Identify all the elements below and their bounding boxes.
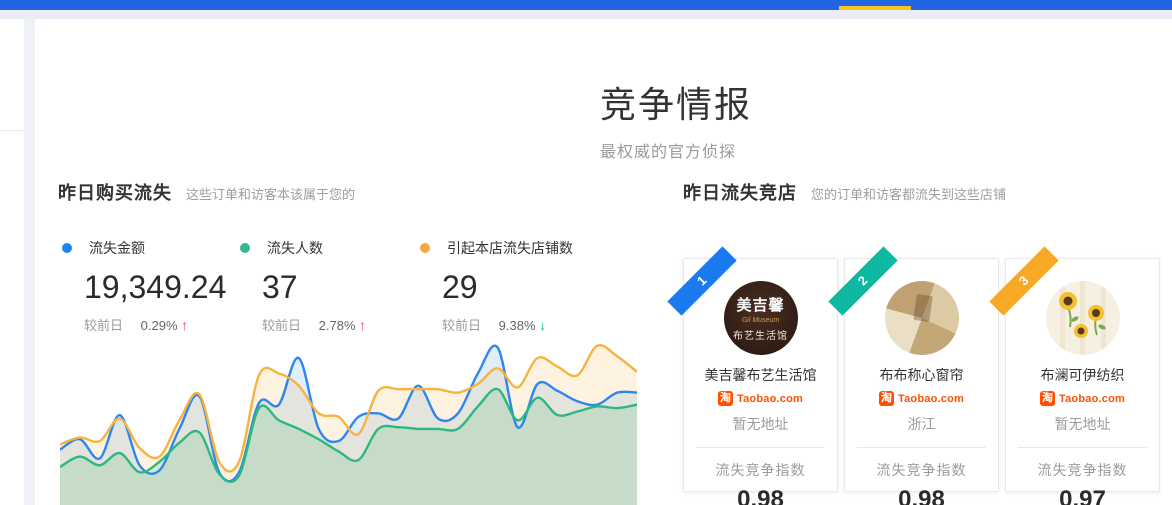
loss-amount-value: 19,349.24 xyxy=(84,269,226,306)
taobao-icon: 淘 xyxy=(1040,391,1055,406)
card-divider xyxy=(857,447,986,448)
taobao-link[interactable]: 淘 Taobao.com xyxy=(1006,391,1159,406)
stat-col-loss-people: 流失人数 37 较前日 2.78% ↑ xyxy=(240,238,366,334)
loss-people-value: 37 xyxy=(262,269,366,306)
loss-section-subtitle: 这些订单和访客本该属于您的 xyxy=(186,184,355,203)
competitor-section-title: 昨日流失竞店 xyxy=(683,179,797,205)
legend-label: 流失人数 xyxy=(267,238,323,258)
card-divider xyxy=(1018,447,1147,448)
competitor-card-2[interactable]: 2 布布称心窗帘 淘 Taobao.com 浙江 流失竞争指数 0.98 xyxy=(844,258,999,492)
legend-dot-blue-icon xyxy=(62,243,72,253)
loss-section-title: 昨日购买流失 xyxy=(58,179,172,205)
loss-shops-value: 29 xyxy=(442,269,573,306)
delta-up-arrow-icon: ↑ xyxy=(181,317,188,333)
platform-name: Taobao.com xyxy=(737,393,803,405)
stat-col-loss-amount: 流失金额 19,349.24 较前日 0.29% ↑ xyxy=(62,238,226,334)
competitor-card-list: 1 美吉馨 Gil Museum 布艺生活馆 美吉馨布艺生活馆 淘 Taobao… xyxy=(683,258,1160,492)
shop-name: 布布称心窗帘 xyxy=(845,365,998,385)
shop-name: 美吉馨布艺生活馆 xyxy=(684,365,837,385)
shop-location: 暂无地址 xyxy=(684,414,837,434)
delta-label: 较前日 xyxy=(84,318,123,333)
legend-label: 流失金额 xyxy=(89,238,145,258)
legend-item-loss-amount[interactable]: 流失金额 xyxy=(62,238,226,258)
platform-name: Taobao.com xyxy=(1059,393,1125,405)
card-divider xyxy=(696,447,825,448)
legend-dot-orange-icon xyxy=(420,243,430,253)
legend-item-loss-shops[interactable]: 引起本店流失店铺数 xyxy=(420,238,573,258)
shop-logo xyxy=(885,281,959,355)
index-value: 0.98 xyxy=(684,486,837,505)
legend-item-loss-people[interactable]: 流失人数 xyxy=(240,238,366,258)
index-value: 0.98 xyxy=(845,486,998,505)
taobao-icon: 淘 xyxy=(718,391,733,406)
delta-percent: 9.38% xyxy=(499,318,536,333)
competitor-section-subtitle: 您的订单和访客都流失到这些店铺 xyxy=(811,184,1006,203)
delta-label: 较前日 xyxy=(262,318,301,333)
competitor-card-3[interactable]: 3 布澜可伊纺织 淘 Taobao.com 暂无地址 xyxy=(1005,258,1160,492)
platform-name: Taobao.com xyxy=(898,393,964,405)
shop-name: 布澜可伊纺织 xyxy=(1006,365,1159,385)
sub-header-band xyxy=(0,10,1172,19)
shop-logo: 美吉馨 Gil Museum 布艺生活馆 xyxy=(724,281,798,355)
top-nav-bar xyxy=(0,0,1172,10)
sunflower-curtain-graphic xyxy=(1046,281,1120,355)
page-title: 竞争情报 xyxy=(600,76,752,128)
delta-percent: 0.29% xyxy=(141,318,178,333)
logo-line: 美吉馨 xyxy=(736,294,784,315)
sidebar-divider xyxy=(0,130,24,131)
index-value: 0.97 xyxy=(1006,486,1159,505)
competitor-section-header: 昨日流失竞店 您的订单和访客都流失到这些店铺 xyxy=(683,179,1006,205)
delta-down-arrow-icon: ↓ xyxy=(539,317,546,333)
index-label: 流失竞争指数 xyxy=(1006,460,1159,480)
page-subtitle: 最权威的官方侦探 xyxy=(600,138,752,162)
loss-trend-chart[interactable] xyxy=(60,332,637,505)
taobao-link[interactable]: 淘 Taobao.com xyxy=(845,391,998,406)
index-label: 流失竞争指数 xyxy=(684,460,837,480)
shop-location: 暂无地址 xyxy=(1006,414,1159,434)
stat-col-loss-shops: 引起本店流失店铺数 29 较前日 9.38% ↓ xyxy=(420,238,573,334)
sidebar-gutter xyxy=(24,19,35,505)
legend-dot-green-icon xyxy=(240,243,250,253)
shop-location: 浙江 xyxy=(845,414,998,434)
delta-percent: 2.78% xyxy=(319,318,356,333)
logo-line: 布艺生活馆 xyxy=(733,327,788,342)
taobao-icon: 淘 xyxy=(879,391,894,406)
left-sidebar-edge xyxy=(0,19,24,505)
page-header: 竞争情报 最权威的官方侦探 xyxy=(600,76,752,162)
legend-label: 引起本店流失店铺数 xyxy=(447,238,573,258)
loss-section-header: 昨日购买流失 这些订单和访客本该属于您的 xyxy=(58,179,355,205)
loss-trend-chart-svg[interactable] xyxy=(60,332,637,505)
logo-line: Gil Museum xyxy=(742,317,779,324)
delta-up-arrow-icon: ↑ xyxy=(359,317,366,333)
competition-intelligence-page: 竞争情报 最权威的官方侦探 昨日购买流失 这些订单和访客本该属于您的 流失金额 … xyxy=(0,0,1172,505)
shop-logo xyxy=(1046,281,1120,355)
delta-label: 较前日 xyxy=(442,318,481,333)
index-label: 流失竞争指数 xyxy=(845,460,998,480)
competitor-card-1[interactable]: 1 美吉馨 Gil Museum 布艺生活馆 美吉馨布艺生活馆 淘 Taobao… xyxy=(683,258,838,492)
taobao-link[interactable]: 淘 Taobao.com xyxy=(684,391,837,406)
